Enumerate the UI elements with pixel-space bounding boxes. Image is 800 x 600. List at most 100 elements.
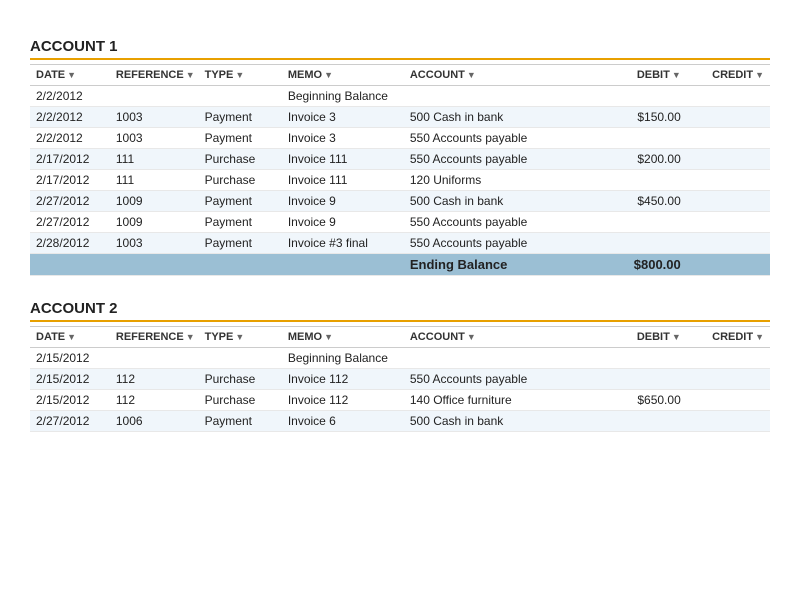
account-title-2: ACCOUNT 2 bbox=[30, 300, 770, 322]
cell-credit bbox=[687, 107, 770, 128]
col-header-memo[interactable]: MEMO▼ bbox=[282, 327, 404, 348]
cell-account: 550 Accounts payable bbox=[404, 128, 604, 149]
col-header-type[interactable]: TYPE▼ bbox=[199, 327, 282, 348]
filter-arrow-icon[interactable]: ▼ bbox=[672, 332, 681, 342]
cell-date: 2/15/2012 bbox=[30, 369, 110, 390]
cell-type: Purchase bbox=[199, 170, 282, 191]
cell-debit bbox=[604, 348, 687, 369]
col-header-date[interactable]: DATE▼ bbox=[30, 327, 110, 348]
cell-debit: $150.00 bbox=[604, 107, 687, 128]
col-header-credit[interactable]: CREDIT▼ bbox=[687, 327, 770, 348]
filter-arrow-icon[interactable]: ▼ bbox=[467, 332, 476, 342]
filter-arrow-icon[interactable]: ▼ bbox=[67, 332, 76, 342]
table-row: Ending Balance$800.00 bbox=[30, 254, 770, 276]
filter-arrow-icon[interactable]: ▼ bbox=[324, 70, 333, 80]
cell-account bbox=[404, 348, 604, 369]
cell-credit bbox=[687, 390, 770, 411]
cell-account: 500 Cash in bank bbox=[404, 191, 604, 212]
cell-account: 550 Accounts payable bbox=[404, 233, 604, 254]
cell-debit: $200.00 bbox=[604, 149, 687, 170]
cell-ref: 1009 bbox=[110, 191, 199, 212]
filter-arrow-icon[interactable]: ▼ bbox=[755, 332, 764, 342]
cell-credit bbox=[687, 149, 770, 170]
cell-type: Payment bbox=[199, 191, 282, 212]
cell-memo: Invoice 3 bbox=[282, 107, 404, 128]
cell-memo: Invoice 9 bbox=[282, 191, 404, 212]
col-header-debit[interactable]: DEBIT▼ bbox=[604, 65, 687, 86]
col-header-type[interactable]: TYPE▼ bbox=[199, 65, 282, 86]
cell-type: Payment bbox=[199, 411, 282, 432]
cell-account: 500 Cash in bank bbox=[404, 411, 604, 432]
cell-credit bbox=[687, 86, 770, 107]
table-row: 2/2/2012Beginning Balance bbox=[30, 86, 770, 107]
filter-arrow-icon[interactable]: ▼ bbox=[235, 70, 244, 80]
cell-date bbox=[30, 254, 110, 276]
table-row: 2/27/20121009PaymentInvoice 9500 Cash in… bbox=[30, 191, 770, 212]
table-row: 2/2/20121003PaymentInvoice 3550 Accounts… bbox=[30, 128, 770, 149]
filter-arrow-icon[interactable]: ▼ bbox=[186, 70, 195, 80]
table-row: 2/2/20121003PaymentInvoice 3500 Cash in … bbox=[30, 107, 770, 128]
cell-date: 2/27/2012 bbox=[30, 191, 110, 212]
cell-account bbox=[404, 86, 604, 107]
filter-arrow-icon[interactable]: ▼ bbox=[186, 332, 195, 342]
cell-account: 550 Accounts payable bbox=[404, 149, 604, 170]
account-section-2: ACCOUNT 2 DATE▼REFERENCE▼TYPE▼MEMO▼ACCOUN… bbox=[30, 300, 770, 432]
cell-memo: Invoice 112 bbox=[282, 369, 404, 390]
cell-date: 2/2/2012 bbox=[30, 86, 110, 107]
table-row: 2/15/2012Beginning Balance bbox=[30, 348, 770, 369]
cell-credit bbox=[687, 254, 770, 276]
col-header-reference[interactable]: REFERENCE▼ bbox=[110, 65, 199, 86]
cell-credit bbox=[687, 191, 770, 212]
cell-type: Purchase bbox=[199, 149, 282, 170]
col-header-debit[interactable]: DEBIT▼ bbox=[604, 327, 687, 348]
filter-arrow-icon[interactable]: ▼ bbox=[467, 70, 476, 80]
cell-date: 2/17/2012 bbox=[30, 149, 110, 170]
table-row: 2/27/20121009PaymentInvoice 9550 Account… bbox=[30, 212, 770, 233]
cell-ref: 112 bbox=[110, 390, 199, 411]
col-header-reference[interactable]: REFERENCE▼ bbox=[110, 327, 199, 348]
col-header-account[interactable]: ACCOUNT▼ bbox=[404, 327, 604, 348]
filter-arrow-icon[interactable]: ▼ bbox=[235, 332, 244, 342]
cell-account: 500 Cash in bank bbox=[404, 107, 604, 128]
cell-ref: 1003 bbox=[110, 128, 199, 149]
cell-type: Purchase bbox=[199, 369, 282, 390]
cell-memo: Invoice #3 final bbox=[282, 233, 404, 254]
filter-arrow-icon[interactable]: ▼ bbox=[324, 332, 333, 342]
cell-debit: $450.00 bbox=[604, 191, 687, 212]
filter-arrow-icon[interactable]: ▼ bbox=[755, 70, 764, 80]
cell-credit bbox=[687, 170, 770, 191]
cell-credit bbox=[687, 369, 770, 390]
table-row: 2/17/2012111PurchaseInvoice 111550 Accou… bbox=[30, 149, 770, 170]
filter-arrow-icon[interactable]: ▼ bbox=[672, 70, 681, 80]
cell-debit bbox=[604, 86, 687, 107]
cell-date: 2/27/2012 bbox=[30, 212, 110, 233]
account-title-1: ACCOUNT 1 bbox=[30, 38, 770, 60]
filter-arrow-icon[interactable]: ▼ bbox=[67, 70, 76, 80]
col-header-memo[interactable]: MEMO▼ bbox=[282, 65, 404, 86]
cell-memo bbox=[282, 254, 404, 276]
cell-ref: 1009 bbox=[110, 212, 199, 233]
cell-date: 2/28/2012 bbox=[30, 233, 110, 254]
cell-ref bbox=[110, 86, 199, 107]
cell-date: 2/27/2012 bbox=[30, 411, 110, 432]
cell-type: Payment bbox=[199, 128, 282, 149]
cell-debit: $800.00 bbox=[604, 254, 687, 276]
cell-account: 550 Accounts payable bbox=[404, 212, 604, 233]
cell-debit bbox=[604, 411, 687, 432]
col-header-credit[interactable]: CREDIT▼ bbox=[687, 65, 770, 86]
col-header-date[interactable]: DATE▼ bbox=[30, 65, 110, 86]
cell-debit bbox=[604, 170, 687, 191]
cell-account: Ending Balance bbox=[404, 254, 604, 276]
cell-debit bbox=[604, 128, 687, 149]
cell-type bbox=[199, 86, 282, 107]
cell-type: Payment bbox=[199, 107, 282, 128]
cell-ref bbox=[110, 254, 199, 276]
col-header-account[interactable]: ACCOUNT▼ bbox=[404, 65, 604, 86]
account-section-1: ACCOUNT 1 DATE▼REFERENCE▼TYPE▼MEMO▼ACCOUN… bbox=[30, 38, 770, 276]
cell-ref: 111 bbox=[110, 170, 199, 191]
ledger-table-1: DATE▼REFERENCE▼TYPE▼MEMO▼ACCOUNT▼DEBIT▼C… bbox=[30, 64, 770, 276]
cell-memo: Invoice 9 bbox=[282, 212, 404, 233]
cell-debit: $650.00 bbox=[604, 390, 687, 411]
cell-credit bbox=[687, 212, 770, 233]
cell-memo: Invoice 3 bbox=[282, 128, 404, 149]
